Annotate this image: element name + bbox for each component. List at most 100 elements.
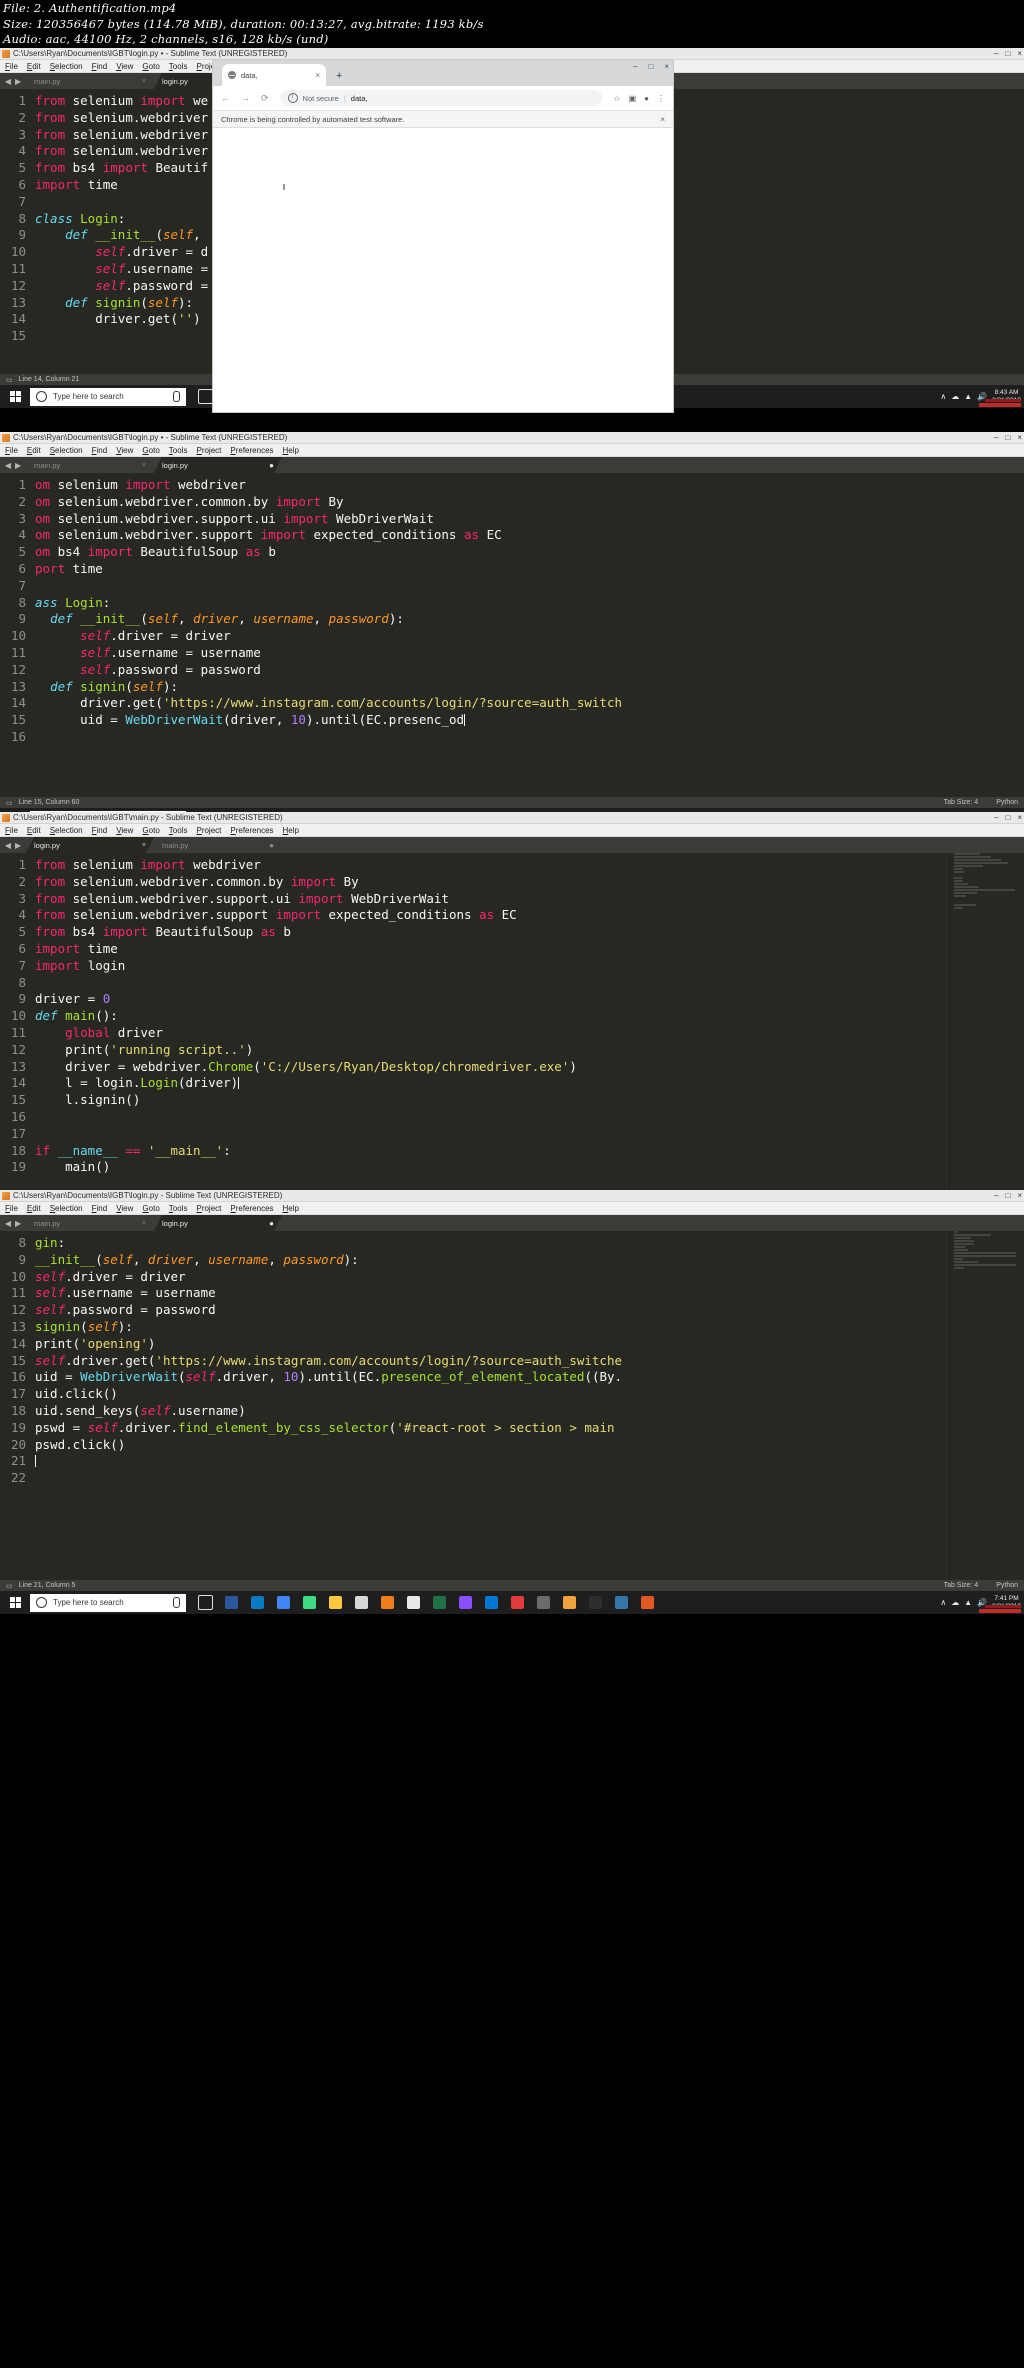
tab-main-py[interactable]: main.py × — [26, 73, 154, 89]
bookmark-star-icon[interactable]: ☆ — [613, 94, 620, 103]
minimize-icon[interactable]: – — [633, 62, 637, 71]
menu-item-preferences[interactable]: Preferences — [230, 1204, 273, 1213]
taskbar-icon-android-studio-icon[interactable] — [296, 1591, 322, 1614]
menu-item-project[interactable]: Project — [196, 446, 221, 455]
close-infobar-icon[interactable]: × — [660, 115, 665, 124]
menu-item-tools[interactable]: Tools — [169, 62, 188, 71]
window-controls[interactable]: – □ × — [994, 48, 1022, 59]
chrome-tab[interactable]: data, × — [222, 64, 326, 86]
chrome-window-controls[interactable]: – □ × — [633, 62, 669, 71]
maximize-icon[interactable]: □ — [648, 62, 653, 71]
menu-item-edit[interactable]: Edit — [27, 446, 41, 455]
menu-item-edit[interactable]: Edit — [27, 826, 41, 835]
menu-item-find[interactable]: Find — [92, 446, 108, 455]
taskbar-icon-file-explorer-icon[interactable] — [322, 1591, 348, 1614]
close-tab-icon[interactable]: × — [142, 462, 146, 469]
taskbar-icon-vlc-icon[interactable] — [374, 1591, 400, 1614]
menu-bar[interactable]: File Edit Selection Find View Goto Tools Projec… — [0, 444, 1024, 457]
extension-icon[interactable]: ▣ — [629, 94, 637, 103]
menu-item-preferences[interactable]: Preferences — [230, 826, 273, 835]
tab-nav-arrows[interactable]: ◀ ▶ — [0, 73, 26, 89]
menu-item-find[interactable]: Find — [92, 62, 108, 71]
close-tab-icon[interactable]: × — [142, 842, 146, 849]
tab-prev-icon[interactable]: ◀ — [5, 461, 11, 470]
menu-item-view[interactable]: View — [116, 1204, 133, 1213]
maximize-icon[interactable]: □ — [1005, 1190, 1010, 1201]
taskbar-icon-python-icon[interactable] — [608, 1591, 634, 1614]
menu-item-view[interactable]: View — [116, 446, 133, 455]
code-minimap[interactable] — [949, 1231, 1024, 1580]
close-window-icon[interactable]: × — [1017, 812, 1022, 823]
menu-item-find[interactable]: Find — [92, 1204, 108, 1213]
reload-icon[interactable]: ⟳ — [261, 93, 269, 104]
maximize-icon[interactable]: □ — [1005, 48, 1010, 59]
taskbar-icon-word-icon[interactable] — [218, 1591, 244, 1614]
maximize-icon[interactable]: □ — [1005, 432, 1010, 443]
taskbar-icon-notepad-icon[interactable] — [400, 1591, 426, 1614]
taskbar-icon-firefox-icon[interactable] — [634, 1591, 660, 1614]
code-editor-area[interactable]: 8 gin: 9 __init__(self, driver, username, p… — [0, 1231, 1024, 1580]
tab-nav-arrows[interactable]: ◀ ▶ — [0, 1215, 26, 1231]
menu-item-file[interactable]: File — [5, 446, 18, 455]
tab-prev-icon[interactable]: ◀ — [5, 1219, 11, 1228]
close-tab-icon[interactable]: × — [142, 78, 146, 85]
address-bar[interactable]: i Not secure | data, — [279, 90, 603, 106]
menu-bar[interactable]: File Edit Selection Find View Goto Tools Projec… — [0, 1202, 1024, 1215]
menu-item-help[interactable]: Help — [283, 1204, 299, 1213]
tab-main-py[interactable]: main.py ● — [154, 837, 282, 853]
close-window-icon[interactable]: × — [664, 62, 669, 71]
tray-icon-0[interactable]: ∧ — [940, 1598, 946, 1607]
menu-item-file[interactable]: File — [5, 1204, 18, 1213]
menu-item-goto[interactable]: Goto — [142, 446, 159, 455]
window-controls[interactable]: – □ × — [994, 812, 1022, 823]
tab-strip[interactable]: ◀ ▶ login.py × main.py ● — [0, 837, 1024, 853]
maximize-icon[interactable]: □ — [1005, 812, 1010, 823]
menu-bar[interactable]: File Edit Selection Find View Goto Tools Projec… — [0, 824, 1024, 837]
taskbar-icon-store-icon[interactable] — [348, 1591, 374, 1614]
tab-login-py[interactable]: login.py × — [26, 837, 154, 853]
tab-prev-icon[interactable]: ◀ — [5, 841, 11, 850]
menu-item-find[interactable]: Find — [92, 826, 108, 835]
taskbar-icon-edge-icon[interactable] — [244, 1591, 270, 1614]
menu-item-view[interactable]: View — [116, 826, 133, 835]
minimize-icon[interactable]: – — [994, 812, 998, 823]
toolbar-icons[interactable]: ☆ ▣ ● ⋮ — [613, 94, 665, 103]
taskbar-icon-terminal-icon[interactable] — [582, 1591, 608, 1614]
tray-icon-1[interactable]: ☁ — [951, 392, 959, 401]
window-controls[interactable]: – □ × — [994, 1190, 1022, 1201]
tab-next-icon[interactable]: ▶ — [15, 461, 21, 470]
tab-strip[interactable]: ◀▶main.py×login.py● — [0, 457, 1024, 473]
menu-item-goto[interactable]: Goto — [142, 826, 159, 835]
tab-next-icon[interactable]: ▶ — [15, 1219, 21, 1228]
taskbar-icon-music-icon[interactable] — [504, 1591, 530, 1614]
tab-login-py[interactable]: login.py ● — [154, 457, 282, 473]
chrome-browser-window[interactable]: data, × + – □ × ← → ⟳ i Not secure | dat… — [213, 60, 673, 412]
close-tab-icon[interactable]: × — [315, 71, 320, 80]
close-window-icon[interactable]: × — [1017, 48, 1022, 59]
close-window-icon[interactable]: × — [1017, 1190, 1022, 1201]
tab-main-py[interactable]: main.py × — [26, 1215, 154, 1231]
start-button[interactable] — [0, 1591, 30, 1614]
close-tab-icon[interactable]: × — [142, 1220, 146, 1227]
taskbar-icon-excel-icon[interactable] — [426, 1591, 452, 1614]
chrome-menu-icon[interactable]: ⋮ — [657, 94, 665, 103]
menu-item-goto[interactable]: Goto — [142, 1204, 159, 1213]
taskbar-icon-sublime-icon[interactable] — [556, 1591, 582, 1614]
close-window-icon[interactable]: × — [1017, 432, 1022, 443]
tab-next-icon[interactable]: ▶ — [15, 77, 21, 86]
tab-login-py[interactable]: login.py ● — [154, 1215, 282, 1231]
tray-icon-0[interactable]: ∧ — [940, 392, 946, 401]
taskbar-search-box[interactable]: Type here to search — [30, 1593, 186, 1612]
start-button[interactable] — [0, 385, 30, 408]
chrome-page-viewport[interactable] — [213, 128, 673, 412]
menu-item-selection[interactable]: Selection — [50, 446, 83, 455]
microphone-icon[interactable] — [173, 391, 180, 402]
menu-item-tools[interactable]: Tools — [169, 446, 188, 455]
tray-icon-2[interactable]: ▲ — [964, 1598, 972, 1607]
menu-item-goto[interactable]: Goto — [142, 62, 159, 71]
tab-prev-icon[interactable]: ◀ — [5, 77, 11, 86]
taskbar-icon-settings-icon[interactable] — [530, 1591, 556, 1614]
syntax-label[interactable]: Python — [996, 799, 1018, 806]
code-editor-area[interactable]: 1 om selenium import webdriver 2 om seleniu… — [0, 473, 1024, 797]
taskbar-search-box[interactable]: Type here to search — [30, 387, 186, 406]
